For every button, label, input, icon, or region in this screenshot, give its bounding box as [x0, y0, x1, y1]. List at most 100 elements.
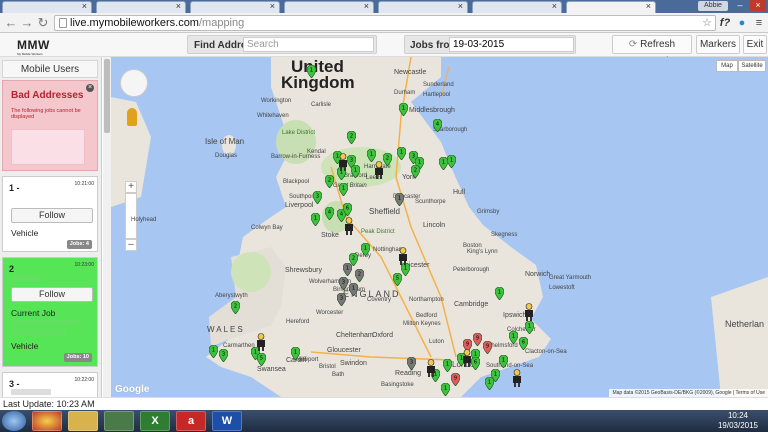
zoom-in-icon[interactable]: +: [125, 181, 137, 193]
markers-button[interactable]: Markers: [696, 35, 740, 54]
start-button[interactable]: [2, 411, 26, 431]
map-marker-icon[interactable]: 3: [313, 191, 322, 204]
follow-button[interactable]: Follow: [11, 208, 93, 223]
reload-icon[interactable]: ↻: [36, 16, 50, 30]
word-icon[interactable]: W: [212, 411, 242, 431]
refresh-interval-button[interactable]: ⟳ Refresh Interval: [612, 35, 692, 67]
map-marker-icon[interactable]: 1: [509, 331, 518, 344]
map-marker-icon[interactable]: 1: [209, 345, 218, 358]
map-marker-icon[interactable]: 4: [433, 119, 442, 132]
map-marker-icon[interactable]: 1: [291, 347, 300, 360]
user-card[interactable]: 2 10:23:00 Follow Current Job Vehicle Jo…: [2, 257, 98, 367]
map-marker-icon[interactable]: 6: [343, 203, 352, 216]
map-marker-icon[interactable]: 1: [443, 359, 452, 372]
browser-tab[interactable]: ×: [472, 1, 562, 13]
chrome-icon[interactable]: [32, 411, 62, 431]
map-marker-icon[interactable]: 1: [439, 157, 448, 170]
close-icon[interactable]: ×: [552, 1, 557, 11]
map-marker-icon[interactable]: 2: [325, 175, 334, 188]
folder-icon[interactable]: [68, 411, 98, 431]
worker-icon[interactable]: [373, 161, 385, 179]
close-icon[interactable]: ×: [86, 84, 94, 92]
zoom-slider[interactable]: [125, 193, 137, 239]
forward-icon[interactable]: →: [20, 16, 34, 30]
map-marker-icon[interactable]: 5: [257, 353, 266, 366]
worker-icon[interactable]: [397, 247, 409, 265]
close-window-icon[interactable]: ×: [750, 0, 766, 11]
map-marker-icon[interactable]: 1: [485, 377, 494, 390]
map-marker-icon[interactable]: 3: [337, 293, 346, 306]
map-marker-icon[interactable]: 2: [355, 269, 364, 282]
map-marker-icon[interactable]: 1: [311, 213, 320, 226]
browser-tab[interactable]: ×: [96, 1, 186, 13]
jobs-date-input[interactable]: [449, 37, 574, 52]
map-marker-icon[interactable]: 1: [339, 183, 348, 196]
user-card[interactable]: 1 - 10:21:00 Follow Vehicle Jobs: 4: [2, 176, 98, 252]
close-icon[interactable]: ×: [176, 1, 181, 11]
menu-icon[interactable]: ≡: [752, 16, 766, 30]
close-icon[interactable]: ×: [646, 1, 651, 11]
worker-icon[interactable]: [255, 333, 267, 351]
browser-tab[interactable]: ×: [378, 1, 468, 13]
extension-icon[interactable]: ●: [735, 16, 749, 30]
zoom-out-icon[interactable]: –: [125, 239, 137, 251]
user-card[interactable]: 3 - 10:22:00: [2, 372, 98, 397]
map-marker-icon[interactable]: 2: [411, 165, 420, 178]
star-icon[interactable]: ☆: [700, 16, 714, 30]
worker-icon[interactable]: [425, 359, 437, 377]
worker-icon[interactable]: [511, 369, 523, 387]
worker-icon[interactable]: [337, 153, 349, 171]
map-marker-icon[interactable]: 1: [343, 263, 352, 276]
map-marker-icon[interactable]: 1: [307, 65, 316, 78]
map-marker-icon[interactable]: 1: [447, 155, 456, 168]
map-marker-icon[interactable]: 1: [495, 287, 504, 300]
map-marker-icon[interactable]: 1: [441, 383, 450, 396]
worker-icon[interactable]: [461, 349, 473, 367]
map-marker-icon[interactable]: 5: [393, 273, 402, 286]
exit-button[interactable]: Exit: [743, 35, 767, 54]
close-icon[interactable]: ×: [82, 1, 87, 11]
map-attribution[interactable]: Map data ©2015 GeoBasis-DE/BKG (©2009), …: [609, 389, 768, 397]
browser-tab[interactable]: ×: [190, 1, 280, 13]
excel-icon[interactable]: X: [140, 411, 170, 431]
map-type-map[interactable]: Map: [716, 60, 738, 72]
map-marker-icon[interactable]: 3: [339, 277, 348, 290]
map-marker-icon[interactable]: 4: [325, 207, 334, 220]
map-marker-icon[interactable]: 1: [361, 243, 370, 256]
map-marker-icon[interactable]: 3: [407, 357, 416, 370]
close-icon[interactable]: ×: [364, 1, 369, 11]
app-a-icon[interactable]: a: [176, 411, 206, 431]
map-marker-icon[interactable]: 1: [351, 165, 360, 178]
minimize-icon[interactable]: –: [732, 0, 748, 11]
map-marker-icon[interactable]: 1: [349, 283, 358, 296]
system-clock[interactable]: 10:24 19/03/2015: [708, 410, 768, 432]
close-icon[interactable]: ×: [458, 1, 463, 11]
address-bar[interactable]: live.mymobileworkers.com/mapping: [54, 15, 716, 31]
back-icon[interactable]: ←: [4, 16, 18, 30]
map-marker-icon[interactable]: 1: [395, 193, 404, 206]
browser-tab[interactable]: ×: [284, 1, 374, 13]
media-icon[interactable]: [104, 411, 134, 431]
follow-button[interactable]: Follow: [11, 287, 93, 302]
map-marker-icon[interactable]: 2: [231, 301, 240, 314]
sidebar-scroll-thumb[interactable]: [104, 59, 110, 133]
pan-control[interactable]: [120, 69, 148, 97]
map-type-satellite[interactable]: Satellite: [738, 60, 766, 72]
map-marker-icon[interactable]: 1: [399, 103, 408, 116]
map-marker-icon[interactable]: 6: [519, 337, 528, 350]
worker-icon[interactable]: [523, 303, 535, 321]
map-marker-icon[interactable]: 2: [347, 131, 356, 144]
close-icon[interactable]: ×: [270, 1, 275, 11]
map-marker-icon[interactable]: 9: [483, 341, 492, 354]
map-view[interactable]: Map Satellite + – United Kingdom Isle of…: [111, 57, 768, 397]
map-marker-icon[interactable]: 1: [525, 321, 534, 334]
map-marker-icon[interactable]: 1: [499, 355, 508, 368]
map-marker-icon[interactable]: 1: [397, 147, 406, 160]
profile-chip[interactable]: Abbie: [698, 1, 728, 11]
worker-icon[interactable]: [343, 217, 355, 235]
map-marker-icon[interactable]: 9: [473, 333, 482, 346]
map-marker-icon[interactable]: 3: [219, 349, 228, 362]
map-marker-icon[interactable]: 9: [451, 373, 460, 386]
extension-icon[interactable]: f?: [718, 16, 732, 30]
browser-tab[interactable]: ×: [2, 1, 92, 13]
